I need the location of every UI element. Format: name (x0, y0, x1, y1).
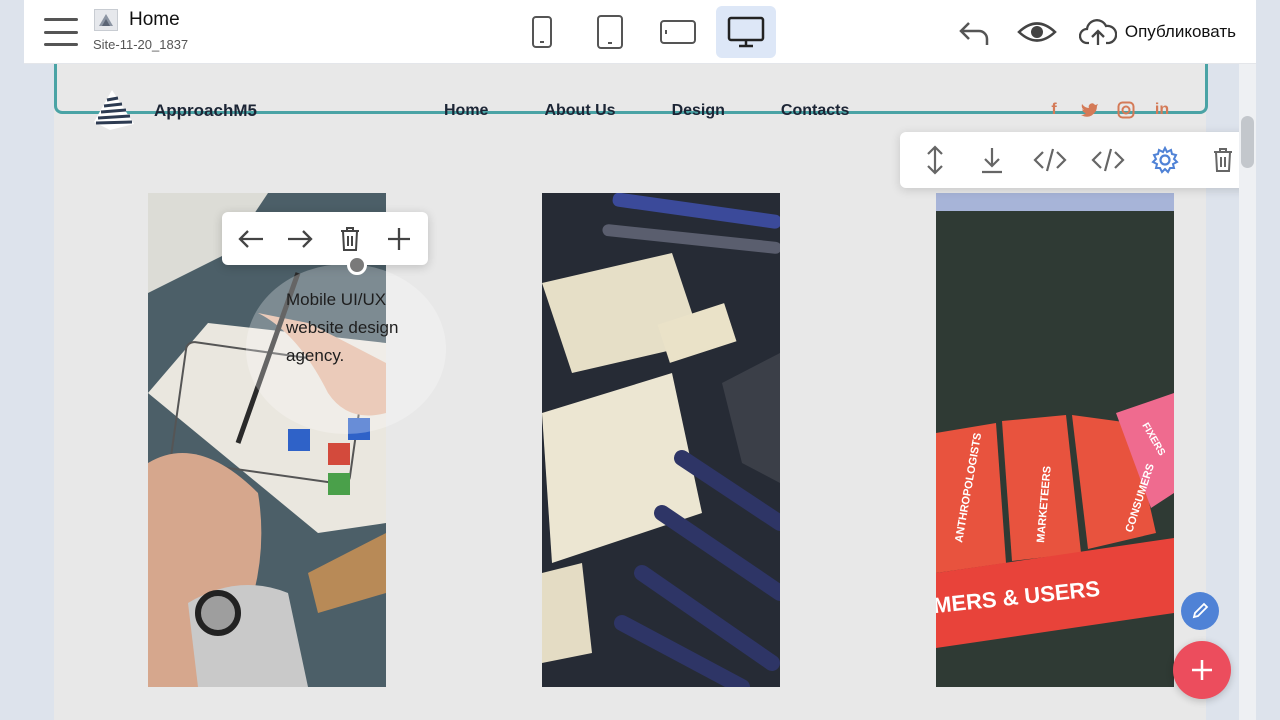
tablet-landscape-icon[interactable] (648, 6, 708, 58)
plus-icon[interactable] (379, 219, 419, 259)
drag-handle[interactable] (347, 255, 367, 275)
pencil-icon (1192, 602, 1209, 619)
twitter-icon[interactable] (1080, 100, 1100, 120)
download-icon[interactable] (970, 138, 1014, 182)
gallery-image-users-chart[interactable]: ANTHROPOLOGISTS MARKETEERS CONSUMERS FIX… (936, 193, 1174, 687)
editor-canvas: ApproachM5 Home About Us Design Contacts… (24, 64, 1256, 720)
settings-icon[interactable] (1143, 138, 1187, 182)
desktop-icon[interactable] (716, 6, 776, 58)
brand-logo[interactable] (92, 88, 136, 132)
edit-style-button[interactable] (1181, 592, 1219, 630)
instagram-icon[interactable] (1116, 100, 1136, 120)
block-toolbar (900, 132, 1256, 188)
social-links: f in (1044, 100, 1172, 120)
plus-icon (1192, 660, 1212, 680)
arrow-right-icon[interactable] (280, 219, 320, 259)
trash-icon[interactable] (330, 219, 370, 259)
device-switcher (512, 6, 776, 58)
preview-eye-icon[interactable] (1017, 19, 1057, 45)
site-name: Site-11-20_1837 (93, 37, 189, 52)
page-title[interactable]: Home (129, 9, 180, 31)
facebook-icon[interactable]: f (1044, 100, 1064, 120)
linkedin-icon[interactable]: in (1152, 100, 1172, 120)
nav-home[interactable]: Home (444, 102, 488, 120)
code-icon[interactable] (1086, 138, 1130, 182)
undo-icon[interactable] (957, 17, 991, 47)
menu-icon[interactable] (44, 18, 78, 46)
editor-toolbar: Home Site-11-20_1837 Опубликовать (24, 0, 1256, 64)
element-toolbar (222, 212, 428, 265)
gallery-image-desk[interactable] (542, 193, 780, 687)
tablet-portrait-icon[interactable] (580, 6, 640, 58)
scrollbar-thumb[interactable] (1241, 116, 1254, 168)
code-icon[interactable] (1028, 138, 1072, 182)
site-nav: Home About Us Design Contacts (444, 102, 849, 120)
phone-icon[interactable] (512, 6, 572, 58)
add-block-button[interactable] (1173, 641, 1231, 699)
cloud-upload-icon (1078, 19, 1117, 45)
publish-button[interactable]: Опубликовать (1078, 17, 1236, 47)
move-vertical-icon[interactable] (913, 138, 957, 182)
brand-name[interactable]: ApproachM5 (154, 101, 257, 121)
gallery-caption[interactable]: Mobile UI/UX website design agency. (286, 286, 436, 370)
nav-about-us[interactable]: About Us (544, 102, 615, 120)
page-thumbnail-icon (94, 9, 118, 31)
publish-label: Опубликовать (1124, 22, 1236, 41)
nav-design[interactable]: Design (672, 102, 725, 120)
nav-contacts[interactable]: Contacts (781, 102, 849, 120)
toolbar-actions: Опубликовать (957, 14, 1236, 50)
site-page: ApproachM5 Home About Us Design Contacts… (54, 64, 1256, 720)
arrow-left-icon[interactable] (231, 219, 271, 259)
